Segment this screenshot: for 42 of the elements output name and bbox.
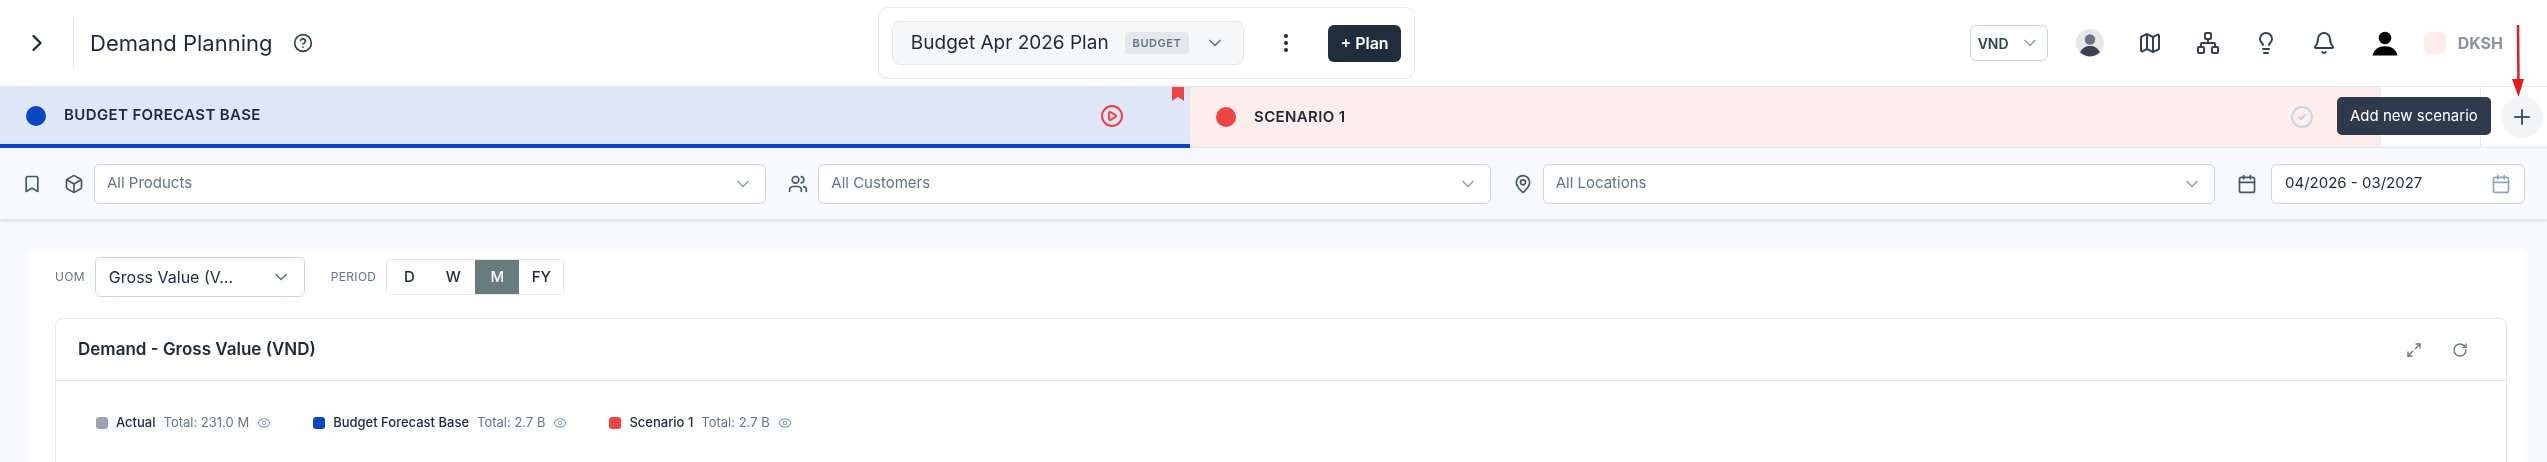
annotation-arrow <box>2511 25 2525 97</box>
people-icon <box>788 173 809 194</box>
uom-select[interactable]: Gross Value (V... <box>94 257 305 297</box>
legend-name: Budget Forecast Base <box>333 413 470 432</box>
period-label: PERIOD <box>330 268 377 286</box>
brand-name: DKSH <box>2457 32 2503 55</box>
legend-name: Scenario 1 <box>629 413 694 432</box>
scenario-name: BUDGET FORECAST BASE <box>64 104 262 127</box>
legend-total: Total: 2.7 B <box>701 413 770 432</box>
scenario-name: SCENARIO 1 <box>1254 105 1347 128</box>
legend-total: Total: 2.7 B <box>477 413 546 432</box>
help-icon[interactable] <box>292 33 313 53</box>
legend-total: Total: 231.0 M <box>163 413 250 432</box>
plan-name: Budget Apr 2026 Plan <box>910 29 1109 56</box>
hierarchy-icon[interactable] <box>2195 31 2220 55</box>
filter-select[interactable]: All Products <box>94 163 767 204</box>
map-icon[interactable] <box>2137 31 2162 55</box>
scenario-tab[interactable]: BUDGET FORECAST BASE <box>0 87 1190 148</box>
legend-name: Actual <box>116 413 156 432</box>
period-option[interactable]: M <box>475 260 520 294</box>
refresh-icon[interactable] <box>2452 341 2468 358</box>
uom-label: UOM <box>55 268 85 286</box>
plan-selector[interactable]: Budget Apr 2026 Plan BUDGET <box>891 21 1245 65</box>
calendar-icon <box>2237 173 2257 194</box>
date-range-field[interactable]: 04/2026 - 03/2027 <box>2271 163 2525 204</box>
expand-icon[interactable] <box>2406 341 2422 358</box>
filter-select[interactable]: All Customers <box>818 163 1491 204</box>
box-icon <box>64 173 84 194</box>
play-icon[interactable] <box>1100 103 1124 128</box>
page-title: Demand Planning <box>90 28 273 58</box>
add-scenario-button[interactable] <box>2501 96 2543 138</box>
check-circle-icon[interactable] <box>2290 105 2314 129</box>
avatar-icon[interactable] <box>2075 29 2104 57</box>
currency-select[interactable]: VND <box>1969 25 2048 61</box>
notifications-icon[interactable] <box>2311 31 2336 55</box>
plan-type-badge: BUDGET <box>1124 31 1190 55</box>
card-title: Demand - Gross Value (VND) <box>78 337 317 361</box>
calendar-icon <box>2491 173 2511 194</box>
add-plan-button[interactable]: + Plan <box>1328 24 1401 62</box>
filter-select[interactable]: All Locations <box>1542 163 2215 204</box>
bookmark-icon[interactable] <box>22 173 42 194</box>
tooltip: Add new scenario <box>2337 97 2491 135</box>
